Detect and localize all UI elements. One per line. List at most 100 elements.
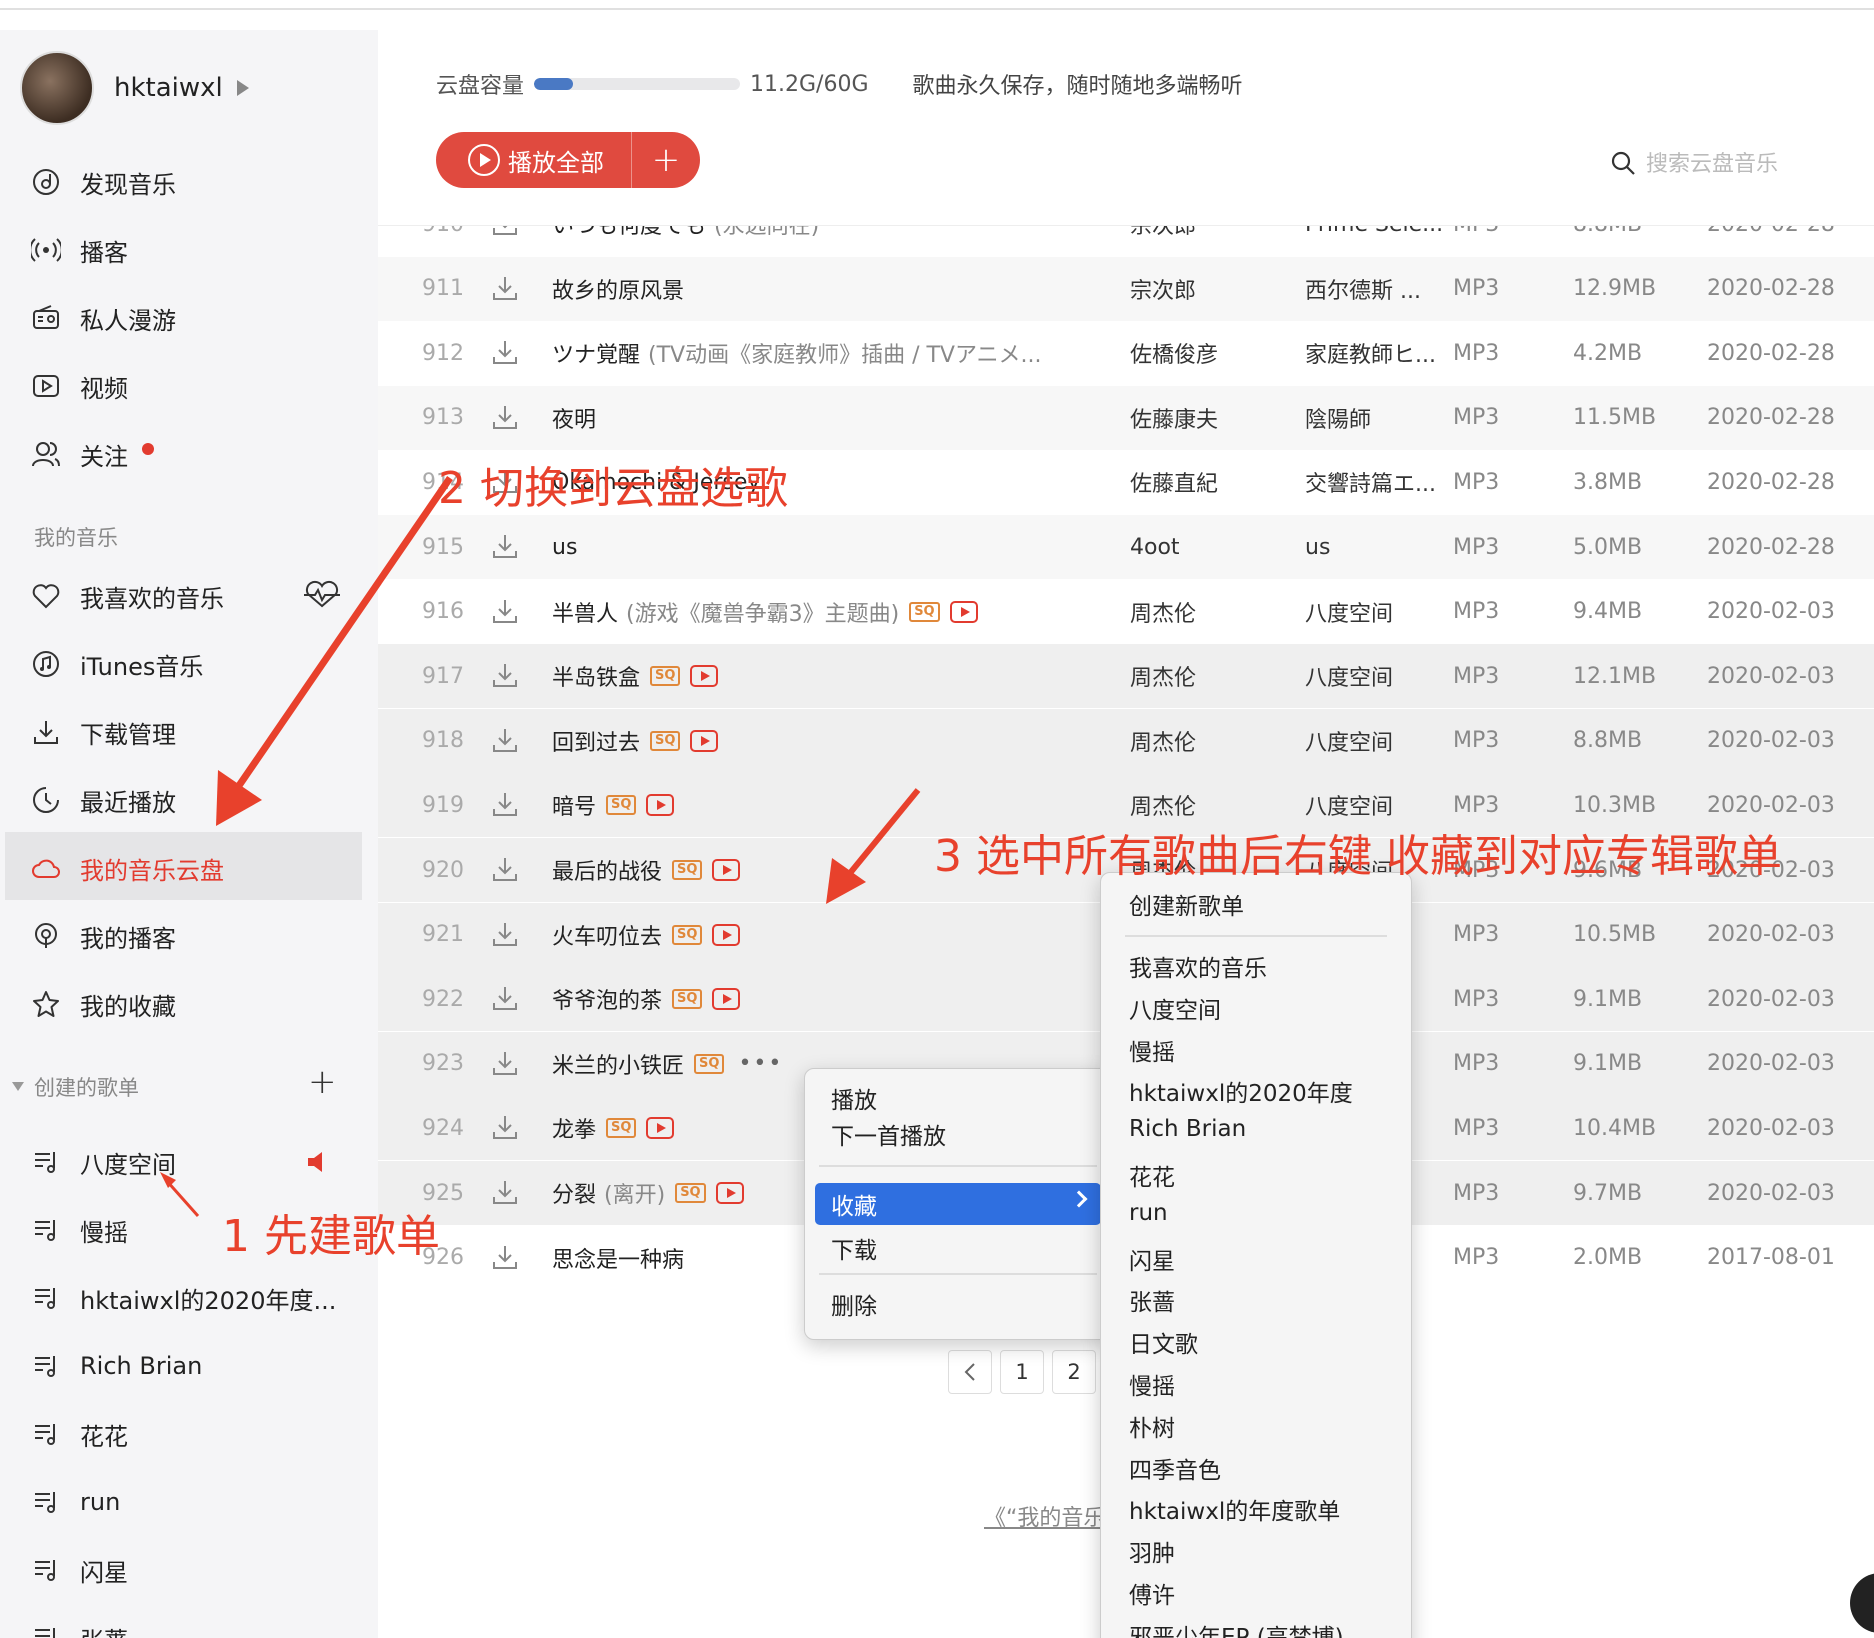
download-icon[interactable] (490, 402, 522, 434)
download-icon[interactable] (490, 1048, 522, 1080)
table-row[interactable]: 913 夜明 佐藤康夫 陰陽師 MP3 11.5MB 2020-02-28 (378, 385, 1874, 450)
nav-download-manager[interactable]: 下载管理 (30, 712, 176, 752)
add-all-button[interactable]: + (632, 140, 700, 180)
mv-icon[interactable] (949, 600, 978, 623)
nav-discover-music[interactable]: 发现音乐 (30, 162, 176, 202)
submenu-playlist-item[interactable]: 四季音色 (1129, 1451, 1221, 1485)
table-row[interactable]: 915 us 4oot us MP3 5.0MB 2020-02-28 (378, 515, 1874, 579)
menu-download[interactable]: 下载 (831, 1231, 877, 1265)
mv-icon[interactable] (715, 1182, 744, 1204)
page-2-button[interactable]: 2 (1052, 1350, 1096, 1394)
mv-icon[interactable] (646, 1117, 675, 1140)
download-icon[interactable] (490, 596, 522, 628)
menu-delete[interactable]: 删除 (831, 1287, 877, 1321)
song-title-cell[interactable]: 半兽人 (游戏《魔兽争霸3》主题曲) SQ (552, 596, 1112, 628)
download-icon[interactable] (490, 919, 522, 951)
submenu-playlist-item[interactable]: 傅许 (1129, 1576, 1175, 1610)
prev-page-button[interactable] (948, 1350, 992, 1394)
add-playlist-icon[interactable]: + (308, 1062, 337, 1102)
playlist-item[interactable]: 闪星 (30, 1550, 128, 1590)
nav-private-fm[interactable]: 私人漫游 (30, 298, 176, 338)
download-icon[interactable] (490, 1242, 522, 1274)
table-row[interactable]: 916 半兽人 (游戏《魔兽争霸3》主题曲) SQ 周杰伦 八度空间 MP3 9.4MB 202… (378, 580, 1874, 644)
submenu-playlist-item[interactable]: 花花 (1129, 1158, 1175, 1192)
nav-my-podcast[interactable]: 我的播客 (30, 916, 176, 956)
download-icon[interactable] (490, 660, 522, 692)
mv-icon[interactable] (712, 923, 741, 946)
mv-icon[interactable] (646, 794, 675, 817)
submenu-playlist-item[interactable]: 闪星 (1129, 1242, 1175, 1276)
heartbeat-mode-icon[interactable] (302, 580, 342, 614)
song-album[interactable]: 西尔德斯 ... (1305, 273, 1445, 305)
song-album[interactable]: 家庭教師ヒ... (1305, 337, 1445, 369)
song-artist[interactable]: 周杰伦 (1130, 596, 1280, 628)
avatar[interactable] (20, 51, 94, 125)
submenu-playlist-item[interactable]: hktaiwxl的2020年度 (1129, 1074, 1353, 1108)
mv-icon[interactable] (712, 988, 741, 1011)
table-row[interactable]: 918 回到过去 SQ 周杰伦 八度空间 MP3 8.8MB 2020-02-03 (378, 708, 1874, 773)
song-album[interactable]: 八度空间 (1305, 596, 1445, 628)
song-artist[interactable]: 佐橋俊彦 (1130, 337, 1280, 369)
playlist-item[interactable]: run (30, 1482, 120, 1522)
submenu-playlist-item[interactable]: 我喜欢的音乐 (1129, 949, 1267, 983)
download-icon[interactable] (490, 531, 522, 563)
song-title-cell[interactable]: 爷爷泡的茶 SQ (552, 983, 1112, 1015)
username[interactable]: hktaiwxl (114, 73, 223, 103)
playlist-item[interactable]: Rich Brian (30, 1346, 202, 1386)
mv-icon[interactable] (690, 665, 719, 688)
mv-icon[interactable] (712, 859, 741, 881)
playlist-item[interactable]: 慢摇 (30, 1210, 128, 1250)
submenu-playlist-item[interactable]: 邪恶少年EP (高梵博) (1129, 1618, 1344, 1638)
page-1-button[interactable]: 1 (1000, 1350, 1044, 1394)
nav-recent-play[interactable]: 最近播放 (30, 780, 176, 820)
menu-play-next[interactable]: 下一首播放 (831, 1117, 946, 1151)
download-icon[interactable] (490, 983, 522, 1015)
search-input[interactable]: 搜索云盘音乐 (1646, 146, 1778, 178)
submenu-playlist-item[interactable]: 日文歌 (1129, 1325, 1198, 1359)
download-icon[interactable] (490, 725, 522, 757)
download-icon[interactable] (490, 337, 522, 369)
nav-follow[interactable]: 关注 (30, 434, 154, 474)
song-title-cell[interactable]: ツナ覚醒 (TV动画《家庭教师》插曲 / TVアニメ... (552, 337, 1112, 369)
song-album[interactable]: 八度空间 (1305, 725, 1445, 757)
caret-right-icon[interactable] (236, 80, 249, 96)
download-icon[interactable] (490, 789, 522, 821)
song-album[interactable]: 八度空间 (1305, 789, 1445, 821)
song-album[interactable]: 八度空间 (1305, 660, 1445, 692)
mv-icon[interactable] (690, 729, 719, 752)
nav-itunes[interactable]: iTunes音乐 (30, 644, 203, 684)
download-icon[interactable] (490, 1177, 522, 1209)
play-all-button[interactable]: 播放全部 (436, 132, 632, 188)
playlist-item[interactable]: hktaiwxl的2020年度... (30, 1278, 336, 1318)
song-title-cell[interactable]: 回到过去 SQ (552, 725, 1112, 757)
song-title-cell[interactable]: 暗号 SQ (552, 789, 1112, 821)
submenu-playlist-item[interactable]: hktaiwxl的年度歌单 (1129, 1492, 1340, 1526)
nav-podcast[interactable]: 播客 (30, 230, 128, 270)
table-row[interactable]: 917 半岛铁盒 SQ 周杰伦 八度空间 MP3 12.1MB 2020-02-03 (378, 644, 1874, 709)
song-artist[interactable]: 周杰伦 (1130, 725, 1280, 757)
menu-collect[interactable]: 收藏 (815, 1183, 1101, 1225)
song-title-cell[interactable]: 故乡的原风景 (552, 273, 1112, 305)
nav-video[interactable]: 视频 (30, 366, 128, 406)
song-artist[interactable]: 佐藤直紀 (1130, 466, 1280, 498)
download-icon[interactable] (490, 854, 522, 886)
song-artist[interactable]: 4oot (1130, 535, 1280, 560)
table-row[interactable]: 911 故乡的原风景 宗次郎 西尔德斯 ... MP3 12.9MB 2020-02-28 (378, 256, 1874, 321)
song-album[interactable]: 陰陽師 (1305, 402, 1445, 434)
submenu-new-playlist[interactable]: 创建新歌单 (1129, 887, 1244, 921)
playlist-item[interactable]: 八度空间 (30, 1142, 176, 1182)
song-title-cell[interactable]: 火车叨位去 SQ (552, 919, 1112, 951)
nav-liked-music[interactable]: 我喜欢的音乐 (30, 576, 224, 616)
nav-my-cloud-disk[interactable]: 我的音乐云盘 (30, 848, 224, 888)
playlist-item[interactable]: 花花 (30, 1414, 128, 1454)
download-icon[interactable] (490, 273, 522, 305)
footer-link[interactable]: 《“我的音乐 (984, 1500, 1105, 1532)
song-title-cell[interactable]: us (552, 535, 1112, 560)
song-title-cell[interactable]: 夜明 (552, 402, 1112, 434)
submenu-playlist-item[interactable]: 慢摇 (1129, 1033, 1175, 1067)
song-artist[interactable]: 周杰伦 (1130, 789, 1280, 821)
download-icon[interactable] (490, 1112, 522, 1144)
song-album[interactable]: 交響詩篇エ... (1305, 466, 1445, 498)
collapse-triangle-icon[interactable] (12, 1082, 24, 1091)
submenu-playlist-item[interactable]: run (1129, 1200, 1168, 1226)
